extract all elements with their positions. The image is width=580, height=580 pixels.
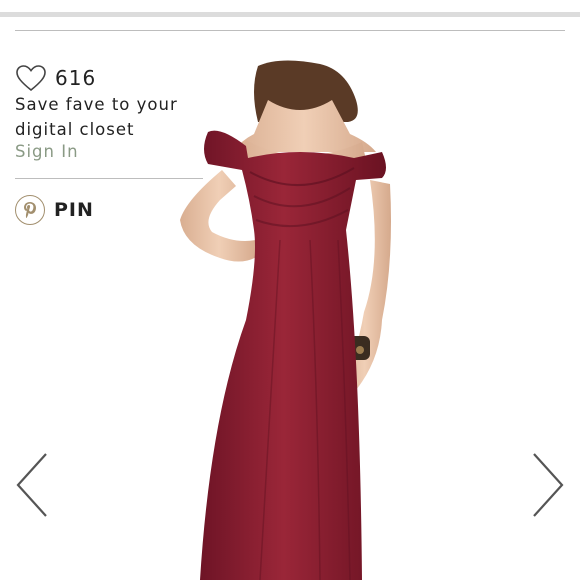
top-bar: [0, 0, 580, 18]
section-divider: [15, 30, 565, 31]
left-divider: [15, 178, 203, 179]
heart-icon[interactable]: [15, 64, 47, 92]
sign-in-link[interactable]: Sign In: [15, 142, 79, 161]
favorite-message: Save fave to your digital closet: [15, 95, 178, 139]
chevron-right-icon[interactable]: [528, 450, 568, 520]
favorite-control[interactable]: 616: [15, 64, 96, 92]
top-bar-divider: [0, 12, 580, 17]
pin-button[interactable]: PIN: [15, 195, 94, 225]
pinterest-icon: [15, 195, 45, 225]
pin-label: PIN: [54, 199, 94, 221]
chevron-left-icon[interactable]: [12, 450, 52, 520]
favorite-count: 616: [55, 66, 97, 90]
